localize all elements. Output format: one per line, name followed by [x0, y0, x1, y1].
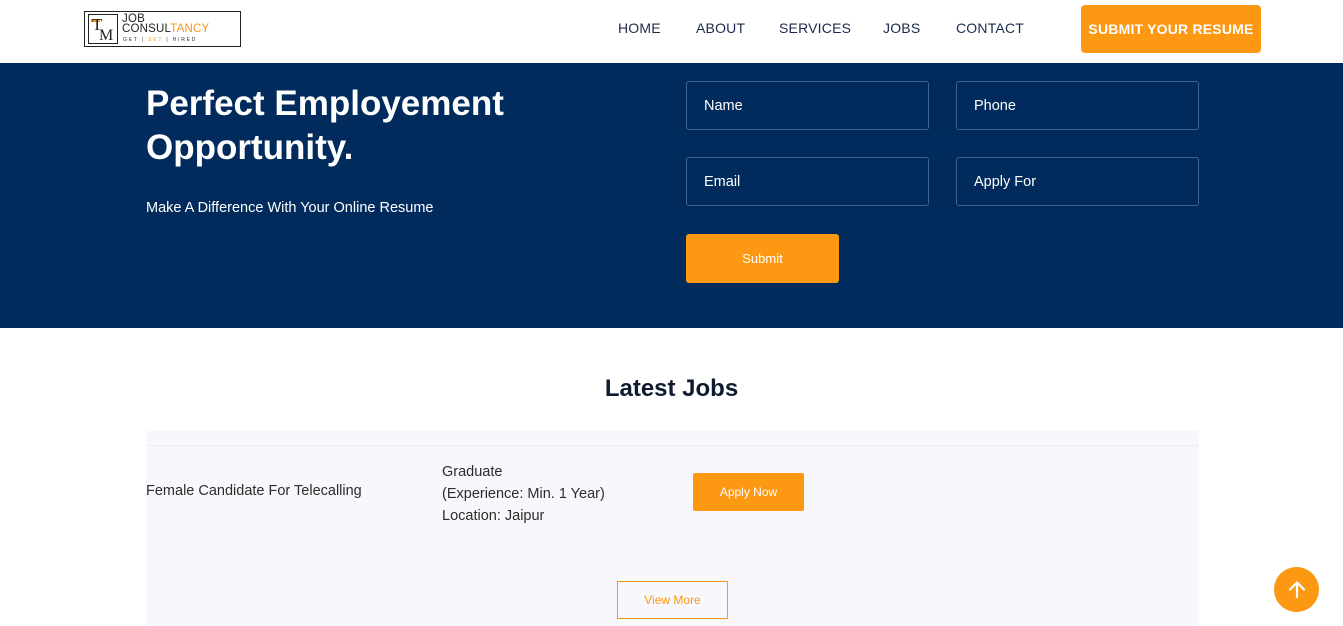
logo-line-2: CONSULTANCY — [122, 23, 210, 35]
logo-line-2-accent: TANCY — [170, 23, 210, 35]
nav-about-link[interactable]: ABOUT — [696, 20, 745, 36]
view-more-button[interactable]: View More — [617, 581, 728, 619]
submit-button[interactable]: Submit — [686, 234, 839, 283]
email-input[interactable]: Email — [686, 157, 929, 206]
arrow-up-icon — [1288, 580, 1305, 598]
name-input[interactable]: Name — [686, 81, 929, 130]
logo-tagline-b: | HIRED — [163, 37, 198, 43]
nav-services-link[interactable]: SERVICES — [779, 20, 851, 36]
logo-tagline-accent: SET — [148, 37, 164, 43]
job-qualification: Graduate — [442, 464, 503, 480]
jobs-divider — [146, 445, 1199, 446]
submit-resume-button[interactable]: SUBMIT YOUR RESUME — [1081, 5, 1261, 53]
company-logo[interactable]: T M JOB CONSULTANCY GET | SET | HIRED — [84, 11, 241, 47]
nav-jobs-link[interactable]: JOBS — [883, 20, 920, 36]
hero-title: Perfect Employement Opportunity. — [146, 82, 566, 170]
hero-section: Perfect Employement Opportunity. Make A … — [0, 63, 1343, 328]
logo-mark: T M — [88, 14, 118, 44]
latest-jobs-heading: Latest Jobs — [604, 375, 739, 402]
apply-for-input[interactable]: Apply For — [956, 157, 1199, 206]
logo-line-2-main: CONSUL — [122, 23, 171, 35]
nav-home-link[interactable]: HOME — [618, 20, 661, 36]
job-title: Female Candidate For Telecalling — [146, 483, 362, 499]
nav-contact-link[interactable]: CONTACT — [956, 20, 1024, 36]
logo-wordmark: JOB CONSULTANCY — [122, 13, 210, 35]
logo-tagline: GET | SET | HIRED — [123, 37, 197, 43]
hero-title-line-1: Perfect Employement — [146, 84, 504, 123]
job-experience: (Experience: Min. 1 Year) — [442, 486, 605, 502]
hero-title-line-2: Opportunity. — [146, 128, 354, 167]
scroll-to-top-button[interactable] — [1274, 567, 1319, 612]
site-header: T M JOB CONSULTANCY GET | SET | HIRED HO… — [0, 0, 1343, 63]
phone-input[interactable]: Phone — [956, 81, 1199, 130]
jobs-list: Female Candidate For Telecalling Graduat… — [146, 431, 1199, 626]
job-details: Graduate (Experience: Min. 1 Year) Locat… — [442, 461, 605, 527]
logo-tagline-a: GET | — [123, 37, 149, 43]
logo-letter-m: M — [99, 27, 114, 44]
hero-subtitle: Make A Difference With Your Online Resum… — [146, 200, 434, 216]
apply-now-button[interactable]: Apply Now — [693, 473, 804, 511]
job-location: Location: Jaipur — [442, 508, 545, 524]
